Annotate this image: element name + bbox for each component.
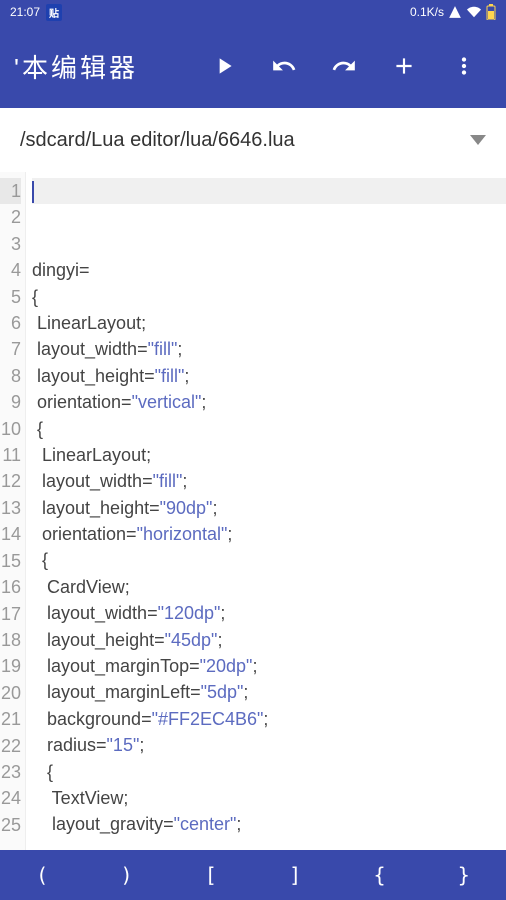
code-line[interactable]: { — [32, 759, 506, 785]
network-speed: 0.1K/s — [410, 5, 444, 19]
code-line[interactable]: CardView; — [32, 574, 506, 600]
code-line[interactable]: TextView; — [32, 785, 506, 811]
bracket-key[interactable]: ) — [96, 850, 156, 900]
code-line[interactable]: LinearLayout; — [32, 310, 506, 336]
line-number-gutter: 1234567891011121314151617181920212223242… — [0, 172, 26, 850]
line-number: 23 — [0, 759, 21, 785]
bracket-key[interactable]: [ — [181, 850, 241, 900]
line-number: 1 — [0, 178, 21, 204]
bracket-key[interactable]: { — [349, 850, 409, 900]
code-line[interactable]: layout_marginTop="20dp"; — [32, 653, 506, 679]
line-number: 11 — [0, 442, 21, 468]
bracket-key[interactable]: ] — [265, 850, 325, 900]
line-number: 18 — [0, 627, 21, 653]
status-badge: 贴 — [46, 4, 62, 21]
code-line[interactable]: radius="15"; — [32, 732, 506, 758]
line-number: 13 — [0, 495, 21, 521]
toolbar: '本编辑器 — [0, 24, 506, 108]
code-line[interactable]: orientation="horizontal"; — [32, 521, 506, 547]
redo-icon — [331, 53, 357, 79]
line-number: 7 — [0, 336, 21, 362]
code-line[interactable]: { — [32, 547, 506, 573]
line-number: 17 — [0, 601, 21, 627]
bracket-toolbar: () [] {} — [0, 850, 506, 900]
status-left: 21:07 贴 — [10, 4, 62, 21]
line-number: 25 — [0, 812, 21, 838]
play-icon — [211, 53, 237, 79]
code-line[interactable]: layout_width="fill"; — [32, 336, 506, 362]
code-line[interactable]: layout_marginLeft="5dp"; — [32, 679, 506, 705]
code-line[interactable]: { — [32, 416, 506, 442]
line-number: 20 — [0, 680, 21, 706]
line-number: 6 — [0, 310, 21, 336]
code-line[interactable]: layout_height="fill"; — [32, 363, 506, 389]
line-number: 21 — [0, 706, 21, 732]
line-number: 9 — [0, 389, 21, 415]
bracket-key[interactable]: ( — [12, 850, 72, 900]
line-number: 14 — [0, 521, 21, 547]
line-number: 24 — [0, 785, 21, 811]
code-line[interactable]: LinearLayout; — [32, 442, 506, 468]
line-number: 16 — [0, 574, 21, 600]
code-line[interactable]: dingyi= — [32, 257, 506, 283]
line-number: 10 — [0, 416, 21, 442]
file-path: /sdcard/Lua editor/lua/6646.lua — [20, 129, 295, 152]
app-title: '本编辑器 — [14, 48, 138, 85]
line-number: 5 — [0, 284, 21, 310]
plus-icon — [391, 53, 417, 79]
overflow-button[interactable] — [436, 38, 492, 94]
status-bar: 21:07 贴 0.1K/s — [0, 0, 506, 24]
add-button[interactable] — [376, 38, 432, 94]
text-cursor — [32, 181, 34, 203]
undo-icon — [271, 53, 297, 79]
code-line[interactable] — [32, 204, 506, 230]
code-line[interactable]: { — [32, 284, 506, 310]
line-number: 15 — [0, 548, 21, 574]
undo-button[interactable] — [256, 38, 312, 94]
line-number: 22 — [0, 733, 21, 759]
code-line[interactable] — [32, 178, 506, 204]
status-time: 21:07 — [10, 5, 40, 19]
play-button[interactable] — [196, 38, 252, 94]
code-area[interactable]: dingyi={ LinearLayout; layout_width="fil… — [26, 172, 506, 850]
line-number: 4 — [0, 257, 21, 283]
status-right: 0.1K/s — [410, 4, 496, 20]
bracket-key[interactable]: } — [434, 850, 494, 900]
code-line[interactable]: layout_width="120dp"; — [32, 600, 506, 626]
line-number: 12 — [0, 468, 21, 494]
battery-icon — [486, 4, 496, 20]
wifi-icon — [466, 5, 482, 19]
code-line[interactable] — [32, 231, 506, 257]
redo-button[interactable] — [316, 38, 372, 94]
line-number: 8 — [0, 363, 21, 389]
code-line[interactable]: layout_gravity="center"; — [32, 811, 506, 837]
code-line[interactable]: layout_height="90dp"; — [32, 495, 506, 521]
chevron-down-icon — [470, 135, 486, 145]
code-line[interactable]: layout_height="45dp"; — [32, 627, 506, 653]
code-line[interactable]: layout_width="fill"; — [32, 468, 506, 494]
line-number: 3 — [0, 231, 21, 257]
code-line[interactable]: orientation="vertical"; — [32, 389, 506, 415]
line-number: 2 — [0, 204, 21, 230]
code-editor[interactable]: 1234567891011121314151617181920212223242… — [0, 172, 506, 850]
more-vert-icon — [451, 53, 477, 79]
signal-icon — [448, 5, 462, 19]
file-path-bar[interactable]: /sdcard/Lua editor/lua/6646.lua — [0, 108, 506, 172]
code-line[interactable]: background="#FF2EC4B6"; — [32, 706, 506, 732]
line-number: 19 — [0, 653, 21, 679]
